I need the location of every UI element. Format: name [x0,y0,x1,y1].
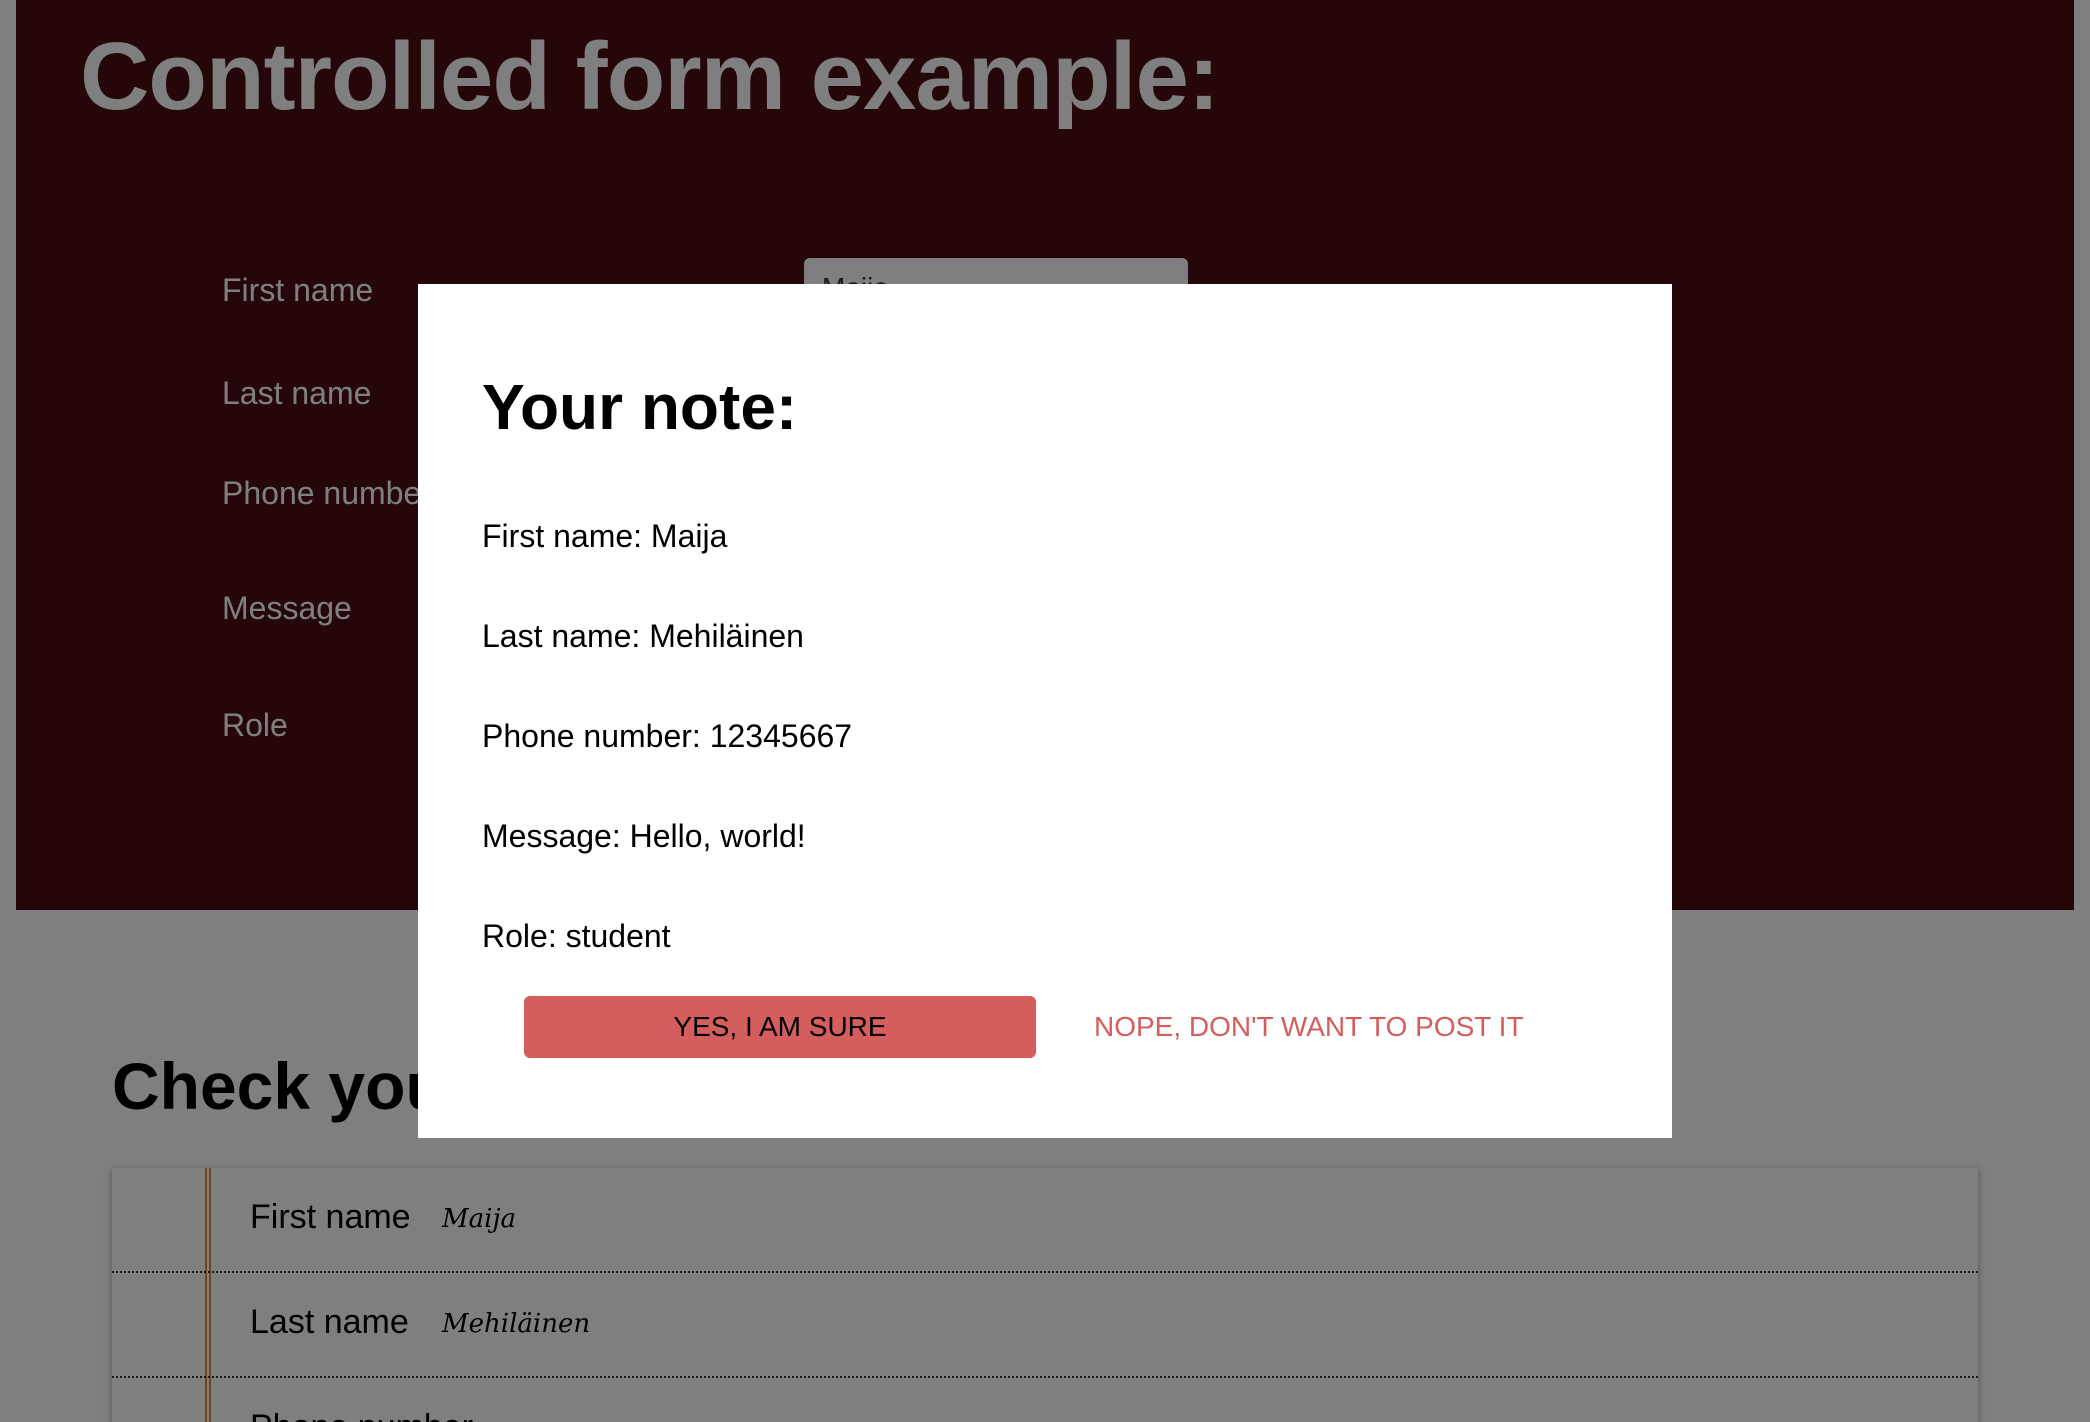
dialog-first-name: First name: Maija [482,518,728,554]
confirm-note-dialog: Your note: First name: Maija Last name: … [418,284,1672,1138]
dialog-message: Message: Hello, world! [482,818,806,854]
dialog-role: Role: student [482,918,671,954]
cancel-button[interactable]: NOPE, DON'T WANT TO POST IT [1088,996,1524,1058]
dialog-phone-number: Phone number: 12345667 [482,718,853,754]
dialog-last-name: Last name: Mehiläinen [482,618,804,654]
dialog-title: Your note: [482,371,798,443]
confirm-button[interactable]: YES, I AM SURE [524,996,1036,1058]
